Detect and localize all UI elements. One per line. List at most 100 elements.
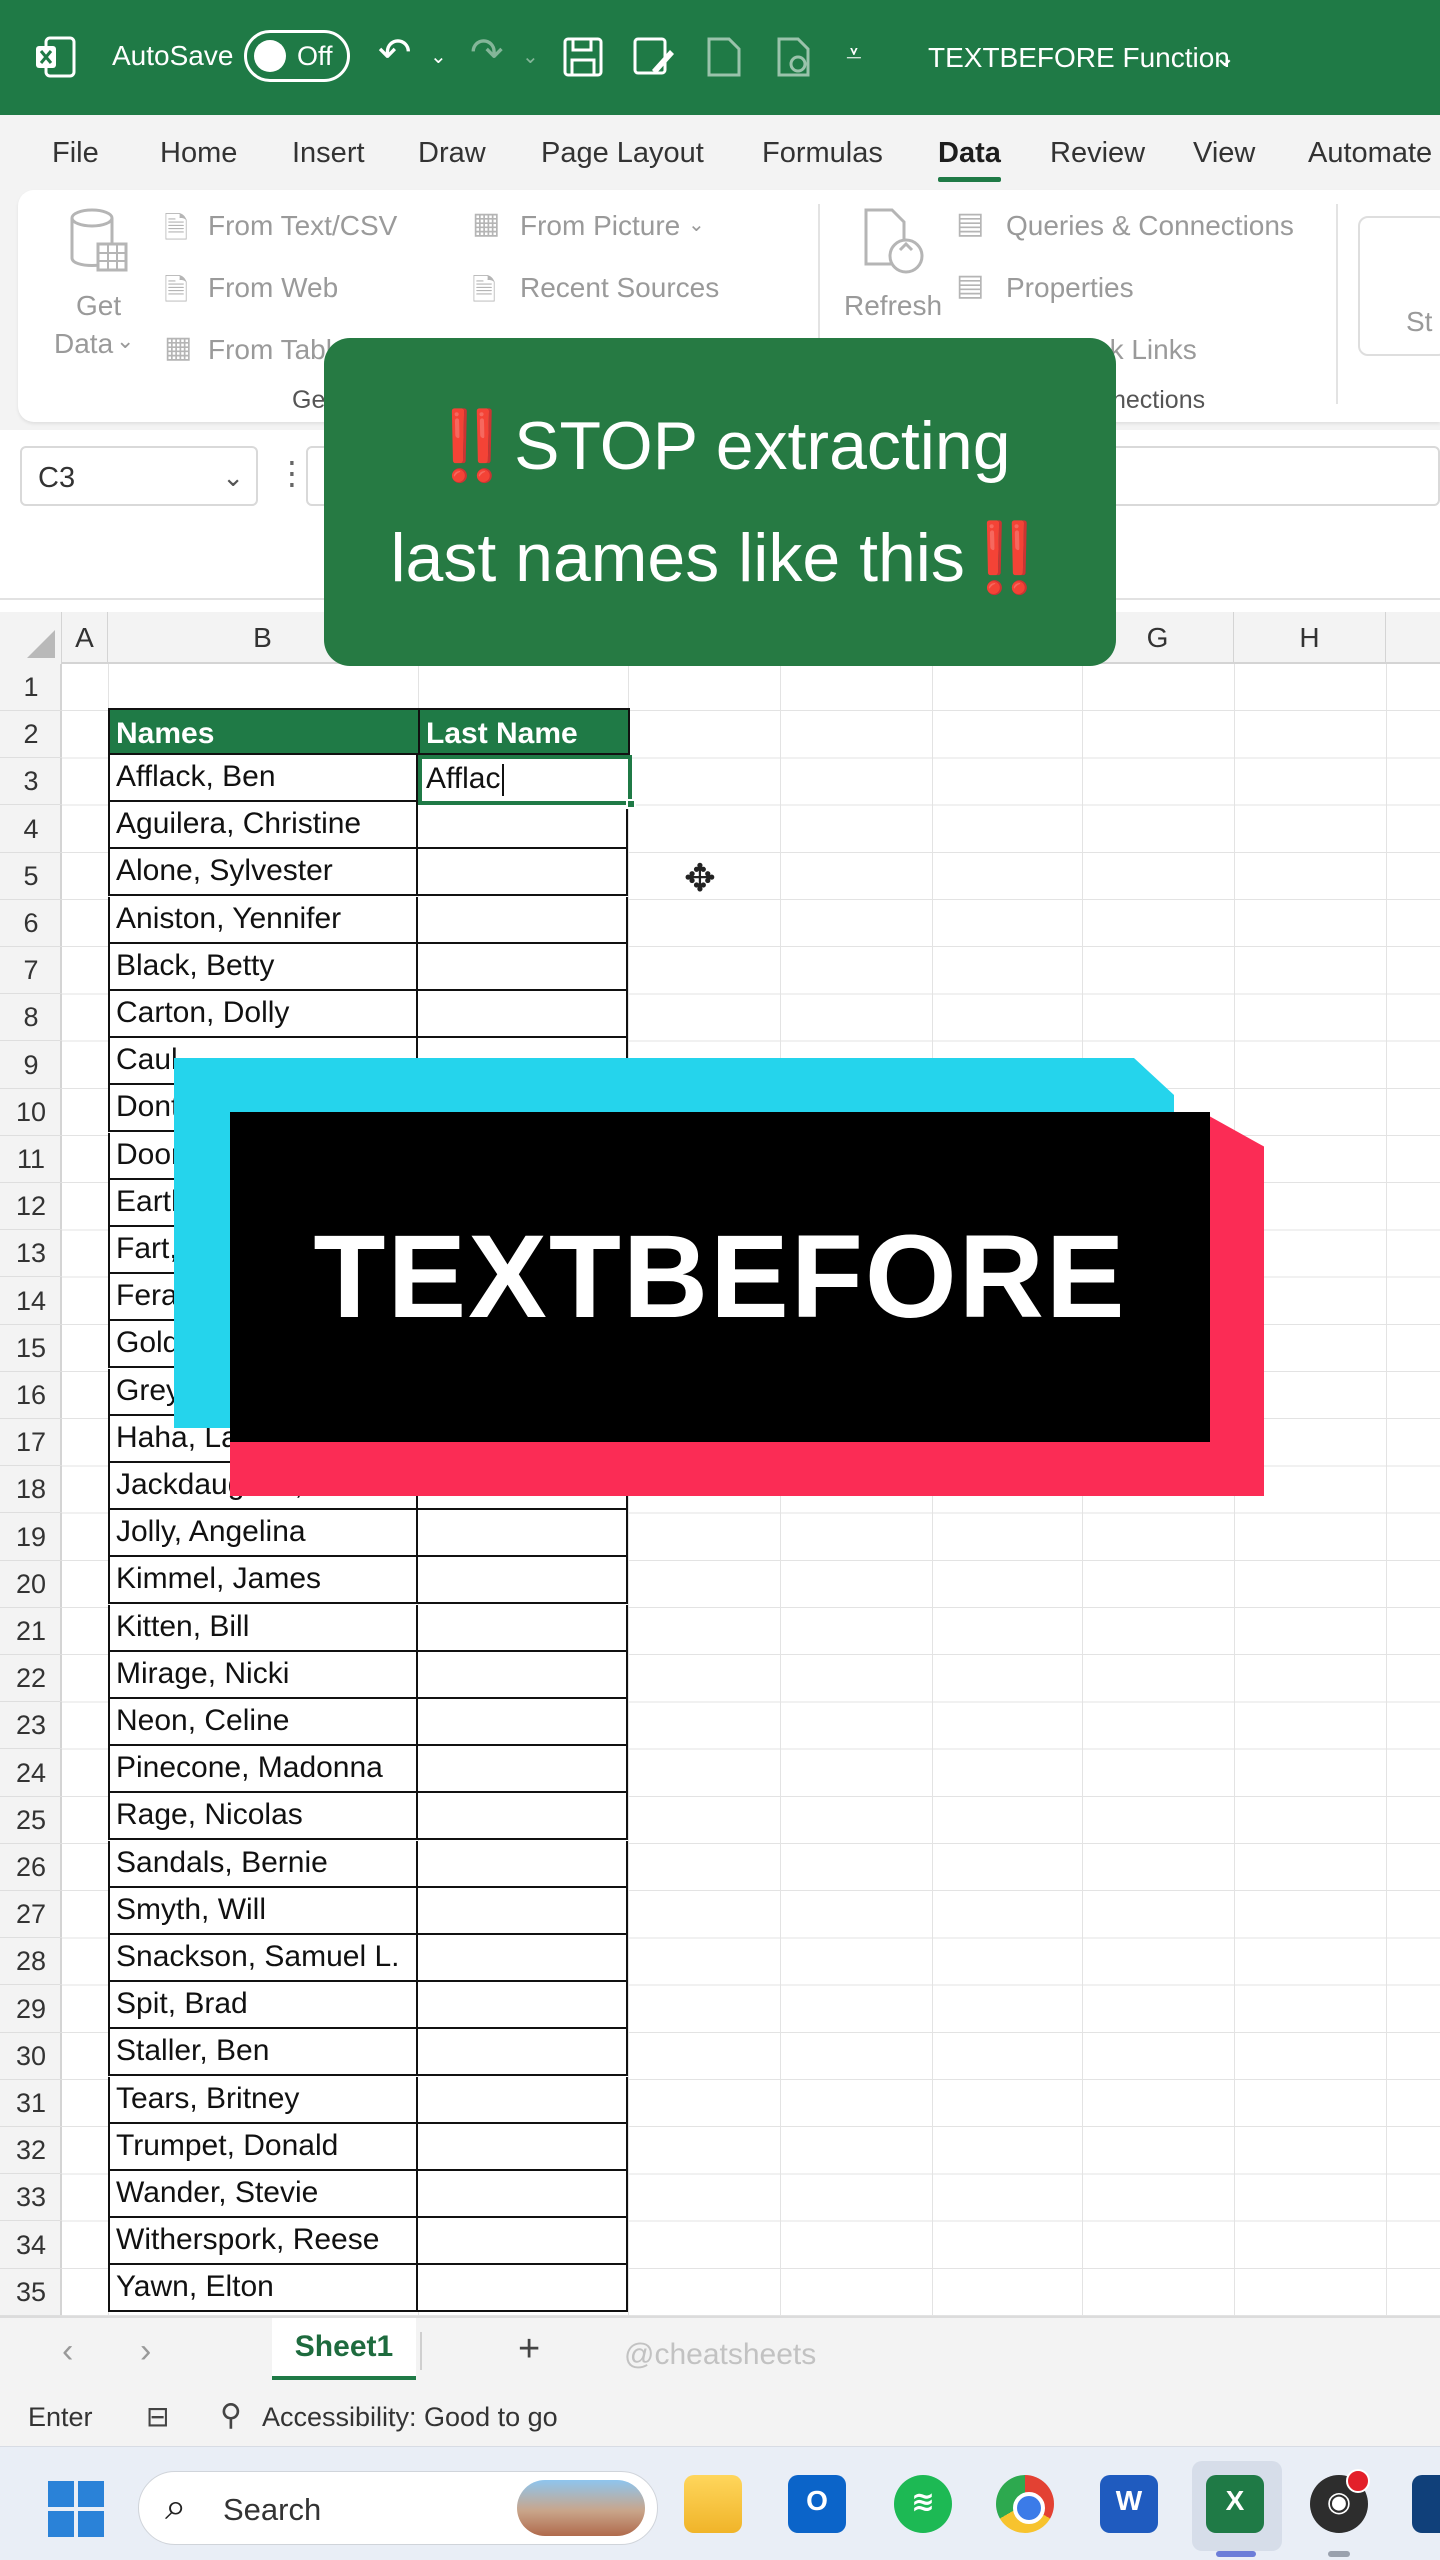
excel-icon[interactable]: X [1206, 2475, 1264, 2533]
add-sheet-icon[interactable]: + [518, 2328, 540, 2371]
name-cell[interactable]: Smyth, Will [108, 1887, 418, 1935]
row-header[interactable]: 27 [0, 1891, 62, 1939]
tab-draw[interactable]: Draw [418, 137, 486, 170]
row-header[interactable]: 29 [0, 1986, 62, 2033]
last-name-cell[interactable] [418, 2029, 628, 2077]
last-name-cell[interactable] [418, 1651, 628, 1699]
last-name-cell[interactable] [418, 1557, 628, 1605]
row-header[interactable]: 12 [0, 1183, 62, 1231]
column-header-a[interactable]: A [62, 612, 108, 664]
last-name-cell[interactable] [418, 2123, 628, 2171]
name-cell[interactable]: Yawn, Elton [108, 2265, 418, 2313]
column-header-h[interactable]: H [1234, 612, 1386, 664]
name-cell[interactable]: Kitten, Bill [108, 1604, 418, 1652]
chevron-down-icon[interactable]: ⌄ [1214, 42, 1236, 73]
from-web-button[interactable]: From Web [208, 272, 338, 304]
name-cell[interactable]: Aguilera, Christine [108, 802, 418, 850]
tab-formulas[interactable]: Formulas [762, 137, 883, 170]
last-name-cell[interactable] [418, 1699, 628, 1746]
last-name-cell[interactable] [418, 1887, 628, 1935]
row-header[interactable]: 2 [0, 711, 62, 759]
save-icon[interactable] [562, 36, 604, 78]
recent-sources-button[interactable]: Recent Sources [520, 272, 719, 304]
name-cell[interactable]: Snackson, Samuel L. [108, 1935, 418, 1982]
word-icon[interactable]: W [1100, 2475, 1158, 2533]
row-header[interactable]: 15 [0, 1325, 62, 1372]
accessibility-status[interactable]: Accessibility: Good to go [262, 2402, 558, 2433]
row-header[interactable]: 18 [0, 1466, 62, 1514]
tab-home[interactable]: Home [160, 137, 237, 170]
row-header[interactable]: 30 [0, 2033, 62, 2080]
customize-toolbar-icon[interactable]: ⩡ [846, 38, 862, 71]
row-header[interactable]: 4 [0, 806, 62, 853]
row-header[interactable]: 13 [0, 1230, 62, 1278]
row-header[interactable]: 1 [0, 664, 62, 711]
row-header[interactable]: 31 [0, 2080, 62, 2127]
last-name-cell[interactable] [418, 1935, 628, 1982]
sheet-tab-sheet1[interactable]: Sheet1 [272, 2318, 416, 2380]
outlook-icon[interactable]: O [788, 2475, 846, 2533]
row-header[interactable]: 25 [0, 1797, 62, 1844]
tab-file[interactable]: File [52, 137, 99, 170]
row-header[interactable]: 23 [0, 1702, 62, 1750]
row-header[interactable]: 24 [0, 1750, 62, 1797]
name-cell[interactable]: Afflack, Ben [108, 755, 418, 802]
print-preview-icon[interactable] [776, 36, 814, 78]
queries-connections-button[interactable]: Queries & Connections [1006, 210, 1294, 242]
taskbar-search[interactable]: ⌕ Search [138, 2471, 658, 2545]
stocks-gallery[interactable]: St [1358, 216, 1440, 356]
row-header[interactable]: 9 [0, 1042, 62, 1089]
overflow-app-icon[interactable] [1412, 2475, 1440, 2533]
row-header[interactable]: 3 [0, 758, 62, 806]
row-header[interactable]: 35 [0, 2269, 62, 2316]
row-header[interactable]: 33 [0, 2174, 62, 2222]
from-picture-dropdown-icon[interactable]: ⌄ [688, 212, 705, 237]
row-header[interactable]: 28 [0, 1938, 62, 1986]
row-header[interactable]: 19 [0, 1514, 62, 1561]
fill-handle[interactable] [626, 799, 636, 809]
tab-data[interactable]: Data [938, 137, 1001, 182]
name-cell[interactable]: Trumpet, Donald [108, 2123, 418, 2171]
last-name-cell[interactable] [418, 943, 628, 991]
name-cell[interactable]: Rage, Nicolas [108, 1793, 418, 1841]
row-header[interactable]: 26 [0, 1844, 62, 1891]
name-cell[interactable]: Spit, Brad [108, 1982, 418, 2030]
last-name-cell[interactable] [418, 1510, 628, 1558]
row-header[interactable]: 34 [0, 2222, 62, 2269]
get-data-dropdown-icon[interactable]: ⌄ [116, 328, 134, 354]
undo-icon[interactable]: ↶ [378, 30, 412, 76]
row-header[interactable]: 21 [0, 1608, 62, 1655]
from-table-button[interactable]: From Tabl [208, 334, 332, 366]
row-header[interactable]: 20 [0, 1561, 62, 1608]
row-header[interactable]: 7 [0, 947, 62, 995]
active-cell-c3[interactable]: Afflac [418, 755, 636, 809]
spotify-icon[interactable]: ≋ [894, 2475, 952, 2533]
last-name-cell[interactable] [418, 849, 628, 897]
name-cell[interactable]: Kimmel, James [108, 1557, 418, 1605]
last-name-cell[interactable] [418, 2171, 628, 2218]
tab-automate[interactable]: Automate [1308, 137, 1432, 170]
name-cell[interactable]: Pinecone, Madonna [108, 1746, 418, 1794]
autosave-toggle[interactable]: Off [244, 30, 350, 82]
name-cell[interactable]: Mirage, Nicki [108, 1651, 418, 1699]
name-cell[interactable]: Sandals, Bernie [108, 1840, 418, 1888]
properties-button[interactable]: Properties [1006, 272, 1134, 304]
last-name-cell[interactable] [418, 2265, 628, 2313]
name-cell[interactable]: Alone, Sylvester [108, 849, 418, 897]
name-cell[interactable]: Staller, Ben [108, 2029, 418, 2077]
name-cell[interactable]: Black, Betty [108, 943, 418, 991]
chevron-right-icon[interactable]: › [140, 2332, 151, 2371]
last-name-cell[interactable] [418, 2218, 628, 2266]
tab-view[interactable]: View [1193, 137, 1255, 170]
select-all-button[interactable] [0, 612, 62, 664]
name-cell[interactable]: Carton, Dolly [108, 991, 418, 1038]
row-header[interactable]: 10 [0, 1089, 62, 1136]
row-header[interactable]: 16 [0, 1372, 62, 1419]
row-header[interactable]: 8 [0, 994, 62, 1042]
chevron-down-icon[interactable]: ⌄ [222, 462, 244, 493]
last-name-cell[interactable] [418, 1793, 628, 1841]
last-name-cell[interactable] [418, 802, 628, 850]
last-name-header-cell[interactable]: Last Name [418, 708, 630, 755]
redo-dropdown-icon[interactable]: ⌄ [522, 44, 539, 69]
refresh-all-button[interactable]: Refresh [844, 290, 942, 322]
